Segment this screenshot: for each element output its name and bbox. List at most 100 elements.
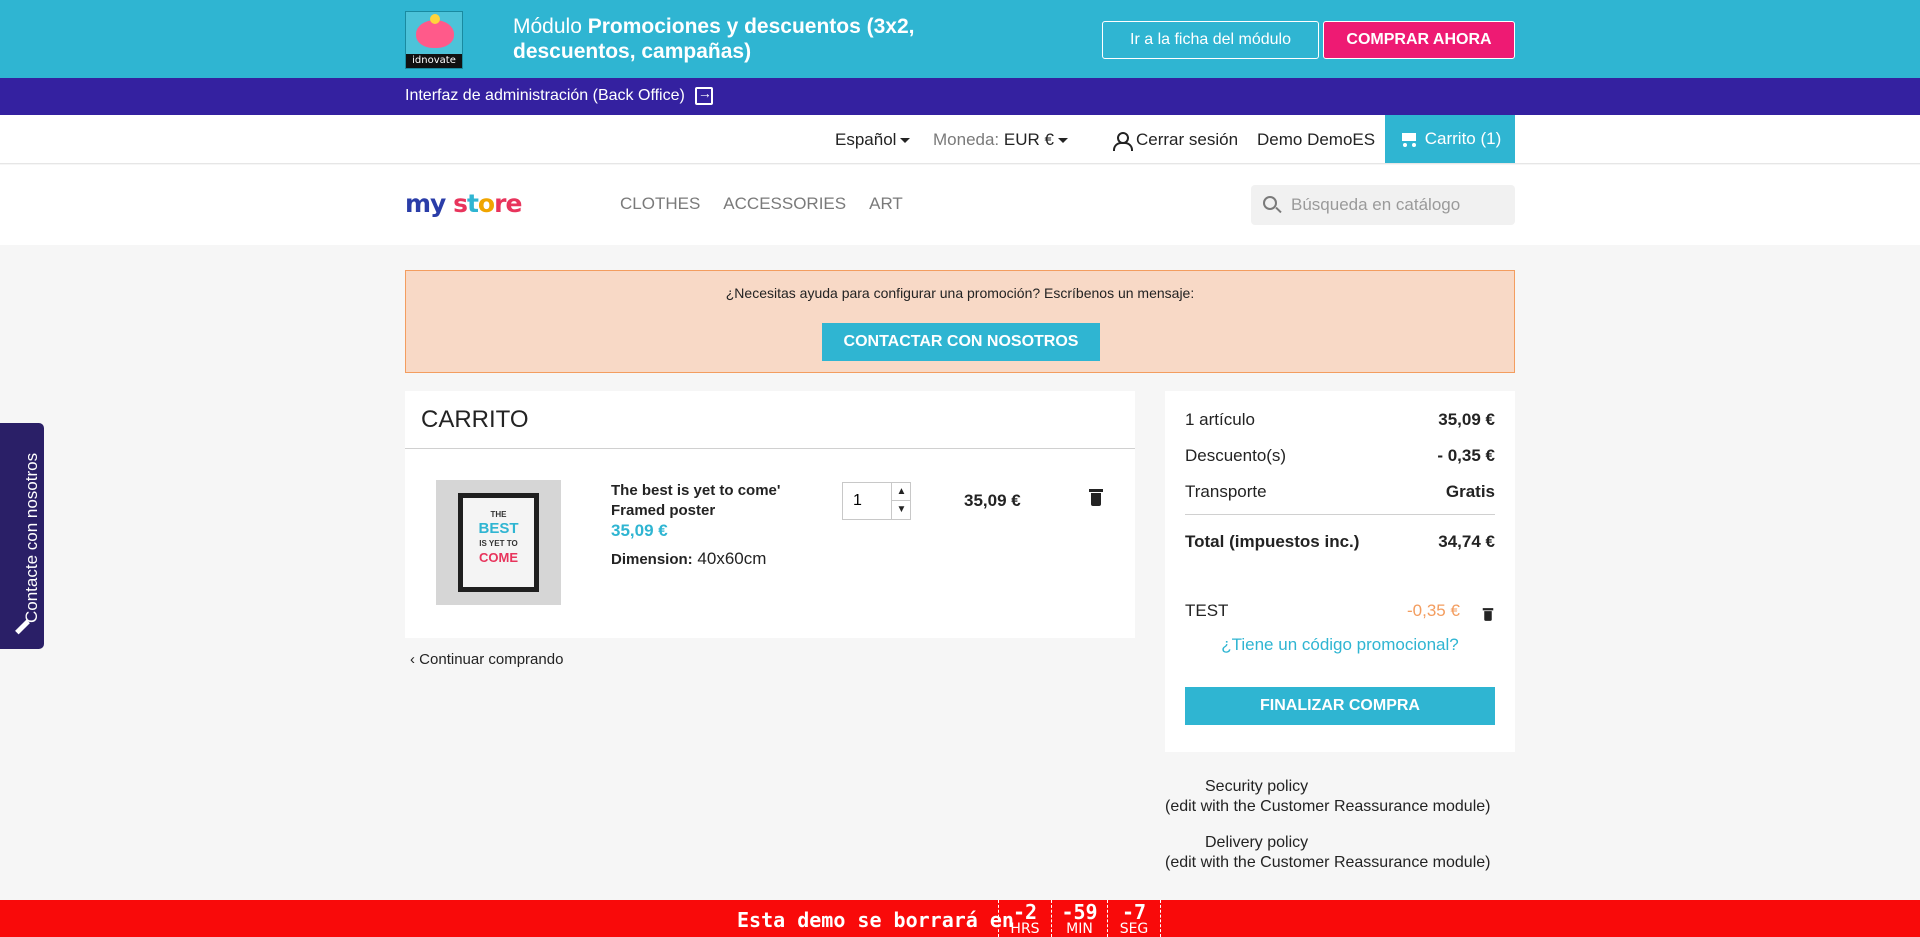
summary-items-value: 35,09 € <box>1438 410 1495 429</box>
contact-side-tab[interactable]: Contacte con nosotros <box>0 423 44 649</box>
quantity-stepper: ▲ ▼ <box>842 482 911 520</box>
attribute-value: 40x60cm <box>697 549 767 568</box>
cart-panel: CARRITO THE BEST IS YET TO COME The best… <box>405 391 1135 638</box>
line-total: 35,09 € <box>964 491 1021 510</box>
poster-text: COME <box>479 550 518 565</box>
voucher-name: TEST <box>1185 601 1229 620</box>
caret-down-icon <box>1057 138 1068 144</box>
logo-part: o <box>477 189 495 218</box>
chevron-left-icon: ‹ <box>410 651 415 668</box>
currency-selector[interactable]: Moneda: EUR € <box>933 130 1068 150</box>
top-nav: Español Moneda: EUR € Cerrar sesión Demo… <box>0 115 1920 164</box>
currency-label: Moneda: <box>933 130 1000 149</box>
sign-in-icon <box>694 85 713 105</box>
product-price: 35,09 € <box>611 521 668 540</box>
logo-part: my <box>405 189 446 218</box>
chevron-down-icon[interactable]: ▼ <box>891 501 911 519</box>
logout-label: Cerrar sesión <box>1136 130 1239 149</box>
poster-text: THE <box>490 510 507 519</box>
summary-discount-value: - 0,35 € <box>1437 446 1495 465</box>
module-page-button[interactable]: Ir a la ficha del módulo <box>1102 21 1319 59</box>
reassurance-block: Security policy (edit with the Customer R… <box>1165 777 1515 889</box>
module-logo-brand: idnovate <box>406 54 462 68</box>
minutes-label: MIN <box>1066 921 1093 937</box>
product-name[interactable]: The best is yet to come' Framed poster <box>611 481 781 521</box>
backoffice-bar: Interfaz de administración (Back Office) <box>0 78 1920 115</box>
store-logo[interactable]: my store <box>405 189 522 218</box>
currency-value: EUR € <box>1003 130 1054 149</box>
countdown-minutes: -59 MIN <box>1051 900 1107 937</box>
promo-code-link[interactable]: ¿Tiene un código promocional? <box>1165 635 1515 655</box>
chevron-up-icon[interactable]: ▲ <box>891 483 911 501</box>
contact-us-button[interactable]: CONTACTAR CON NOSOTROS <box>822 323 1100 361</box>
product-attribute: Dimension: 40x60cm <box>611 549 766 569</box>
cart-label: Carrito (1) <box>1424 129 1502 148</box>
backoffice-link[interactable]: Interfaz de administración (Back Office) <box>405 85 713 105</box>
continue-shopping-link[interactable]: ‹ Continuar comprando <box>410 651 563 668</box>
logo-part: t <box>466 189 479 218</box>
poster-frame: THE BEST IS YET TO COME <box>458 493 539 592</box>
attribute-label: Dimension: <box>611 551 693 568</box>
buy-now-button[interactable]: COMPRAR AHORA <box>1323 21 1515 59</box>
summary-total-value: 34,74 € <box>1438 532 1495 551</box>
security-policy: Security policy (edit with the Customer R… <box>1165 777 1515 817</box>
language-selector[interactable]: Español <box>835 130 911 150</box>
logo-part: s <box>453 189 468 218</box>
trash-icon[interactable] <box>1089 488 1103 507</box>
main-menu: CLOTHES ACCESSORIES ART <box>620 194 903 214</box>
account-link[interactable]: Demo DemoES <box>1257 130 1375 150</box>
header-main: my store CLOTHES ACCESSORIES ART <box>0 165 1920 245</box>
menu-item-accessories[interactable]: ACCESSORIES <box>723 194 846 214</box>
applied-voucher: TEST -0,35 € <box>1185 601 1495 621</box>
module-title: Módulo Promociones y descuentos (3x2, de… <box>513 14 953 64</box>
language-label: Español <box>835 130 897 149</box>
security-note: (edit with the Customer Reassurance modu… <box>1165 798 1491 815</box>
summary-items-row: 1 artículo 35,09 € <box>1185 410 1495 430</box>
poster-text: BEST <box>478 520 519 537</box>
summary-shipping-value: Gratis <box>1445 482 1495 501</box>
summary-shipping-label: Transporte <box>1185 482 1267 501</box>
minutes-value: -59 <box>1061 900 1098 924</box>
logout-link[interactable]: Cerrar sesión <box>1112 130 1239 151</box>
seconds-value: -7 <box>1121 900 1147 924</box>
countdown-seconds: -7 SEG <box>1107 900 1161 937</box>
delivery-note: (edit with the Customer Reassurance modu… <box>1165 854 1491 871</box>
search-icon[interactable] <box>1263 196 1277 210</box>
delivery-title: Delivery policy <box>1205 834 1309 851</box>
module-title-prefix: Módulo <box>513 15 588 38</box>
summary-items-label: 1 artículo <box>1185 410 1255 429</box>
caret-down-icon <box>900 138 911 144</box>
user-icon <box>1112 131 1133 151</box>
checkout-button[interactable]: FINALIZAR COMPRA <box>1185 687 1495 725</box>
summary-shipping-row: Transporte Gratis <box>1185 482 1495 502</box>
logo-part: re <box>494 189 522 218</box>
divider <box>1185 514 1495 515</box>
hours-value: -2 <box>1012 900 1038 924</box>
cart-button[interactable]: Carrito (1) <box>1385 115 1515 163</box>
backoffice-label: Interfaz de administración (Back Office) <box>405 87 685 104</box>
module-logo: idnovate <box>405 11 463 69</box>
shopping-cart-icon <box>1399 131 1419 147</box>
demo-countdown-bar: Esta demo se borrará en -2 HRS -59 MIN -7 S… <box>0 900 1920 937</box>
pencil-icon <box>14 619 30 635</box>
countdown-text: Esta demo se borrará en <box>737 908 1014 932</box>
trash-icon[interactable] <box>1482 607 1494 621</box>
search-box <box>1251 185 1515 225</box>
summary-discount-row: Descuento(s) - 0,35 € <box>1185 446 1495 466</box>
search-input[interactable] <box>1291 185 1511 225</box>
help-message: ¿Necesitas ayuda para configurar una pro… <box>725 285 1195 301</box>
product-image[interactable]: THE BEST IS YET TO COME <box>436 480 561 605</box>
countdown-hours: -2 HRS <box>998 900 1051 937</box>
hours-label: HRS <box>1010 921 1040 937</box>
continue-label: Continuar comprando <box>419 651 564 668</box>
side-tab-label: Contacte con nosotros <box>22 452 41 623</box>
summary-discount-label: Descuento(s) <box>1185 446 1287 465</box>
menu-item-art[interactable]: ART <box>869 194 903 214</box>
piggy-bank-icon <box>416 14 454 48</box>
quantity-input[interactable] <box>843 483 890 519</box>
menu-item-clothes[interactable]: CLOTHES <box>620 194 700 214</box>
divider <box>405 448 1135 449</box>
summary-total-label: Total (impuestos inc.) <box>1185 532 1360 551</box>
help-box: ¿Necesitas ayuda para configurar una pro… <box>405 270 1515 373</box>
demo-banner: idnovate Módulo Promociones y descuentos… <box>0 0 1920 78</box>
